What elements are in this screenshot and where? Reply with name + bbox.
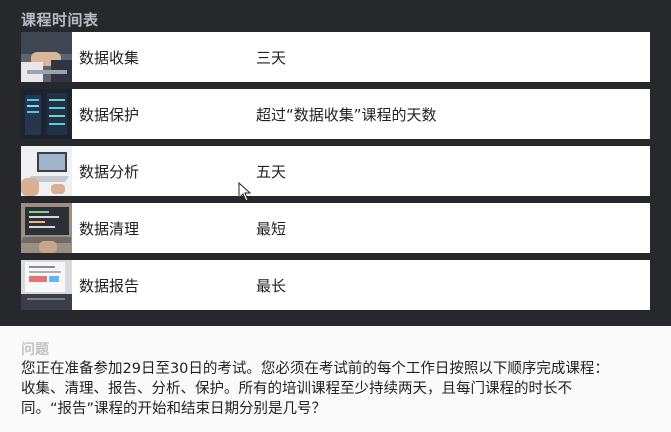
question-section: 问题 您正在准备参加29日至30日的考试。您必须在考试前的每个工作日按照以下顺序…	[0, 326, 671, 432]
course-name: 数据分析	[79, 163, 140, 181]
course-row-data-analysis: 数据分析 五天	[21, 146, 650, 196]
question-line: 您正在准备参加29日至30日的考试。您必须在考试前的每个工作日按照以下顺序完成课…	[21, 361, 609, 377]
question-line: 收集、清理、报告、分析、保护。所有的培训课程至少持续两天，且每门课程的时长不	[21, 381, 572, 397]
course-row-data-cleaning: 数据清理 最短	[21, 203, 650, 253]
course-name: 数据报告	[79, 277, 140, 295]
course-row-data-reporting: 数据报告 最长	[21, 260, 650, 310]
course-row-data-collection: 数据收集 三天	[21, 32, 650, 82]
schedule-title: 课程时间表	[21, 11, 99, 29]
laptop-photo-icon	[21, 146, 72, 196]
course-name: 数据保护	[79, 106, 140, 124]
code-laptop-photo-icon	[21, 203, 72, 253]
course-name: 数据清理	[79, 220, 140, 238]
course-name: 数据收集	[79, 49, 140, 67]
course-duration: 最短	[256, 220, 287, 238]
course-duration: 三天	[256, 49, 287, 67]
question-body: 您正在准备参加29日至30日的考试。您必须在考试前的每个工作日按照以下顺序完成课…	[21, 359, 651, 419]
mouse-cursor-icon	[238, 182, 252, 202]
course-duration: 超过“数据收集”课程的天数	[256, 106, 437, 124]
question-title: 问题	[21, 342, 49, 358]
course-duration: 最长	[256, 277, 287, 295]
course-duration: 五天	[256, 163, 287, 181]
course-row-data-protection: 数据保护 超过“数据收集”课程的天数	[21, 89, 650, 139]
report-documents-photo-icon	[21, 260, 72, 310]
course-schedule-panel: 课程时间表 数据收集 三天 数据保护 超过“数据收集”课程的天数 数据分析 五天…	[0, 0, 671, 326]
server-room-photo-icon	[21, 89, 72, 139]
handshake-photo-icon	[21, 32, 72, 82]
question-line: 同。“报告”课程的开始和结束日期分别是几号？	[21, 401, 327, 417]
